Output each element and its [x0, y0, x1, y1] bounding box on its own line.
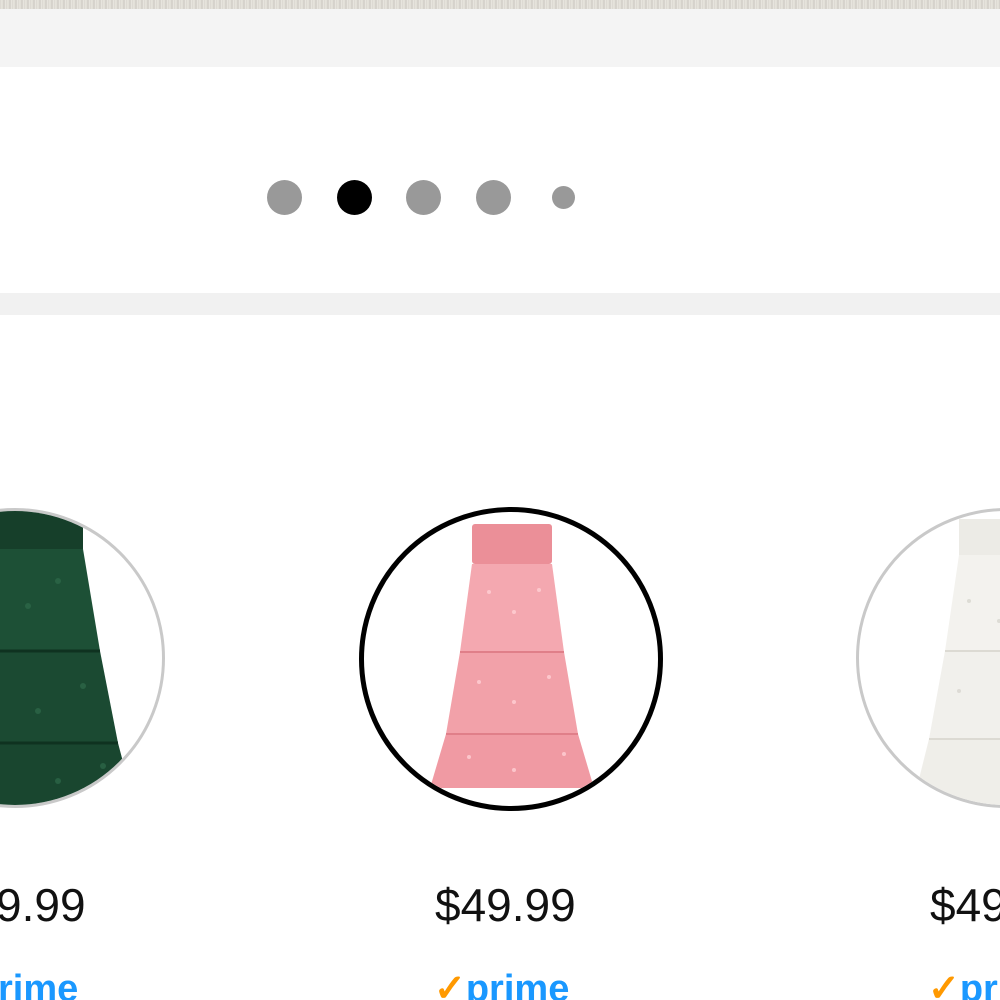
- price-green: 9.99: [0, 879, 86, 931]
- price-pink: $49.99: [435, 879, 576, 931]
- color-swatch-pink[interactable]: [359, 507, 663, 811]
- prime-label: prime: [465, 968, 570, 1000]
- prime-check-icon: ✓: [434, 968, 466, 1000]
- carousel-dot-5[interactable]: [552, 186, 575, 209]
- carousel-dot-4[interactable]: [476, 180, 511, 215]
- carousel-dot-1[interactable]: [267, 180, 302, 215]
- color-swatch-white[interactable]: [856, 508, 1000, 808]
- skirt-white: [912, 519, 1000, 805]
- skirt-image-pink: [430, 524, 594, 788]
- prime-badge-green: rime: [0, 970, 78, 1000]
- skirt-image-white: [912, 519, 1000, 805]
- header-band: [0, 9, 1000, 67]
- prime-check-icon: ✓: [928, 968, 960, 1000]
- image-strip-edge: [0, 0, 1000, 9]
- skirt-image-green: [0, 511, 135, 805]
- skirt-pink: [430, 524, 594, 788]
- price-white: $49: [930, 879, 1000, 931]
- skirt-green: [0, 511, 135, 805]
- section-divider: [0, 293, 1000, 315]
- prime-badge-pink: ✓prime: [434, 970, 569, 1000]
- product-page: 9.99 $49.99 $49 rime ✓prime ✓pr: [0, 0, 1000, 1000]
- carousel-dot-3[interactable]: [406, 180, 441, 215]
- color-swatch-green[interactable]: [0, 508, 165, 808]
- prime-label: rime: [0, 968, 79, 1000]
- image-carousel: [0, 67, 1000, 293]
- prime-label: pr: [959, 968, 998, 1000]
- carousel-dot-2[interactable]: [337, 180, 372, 215]
- prime-badge-white: ✓pr: [928, 970, 998, 1000]
